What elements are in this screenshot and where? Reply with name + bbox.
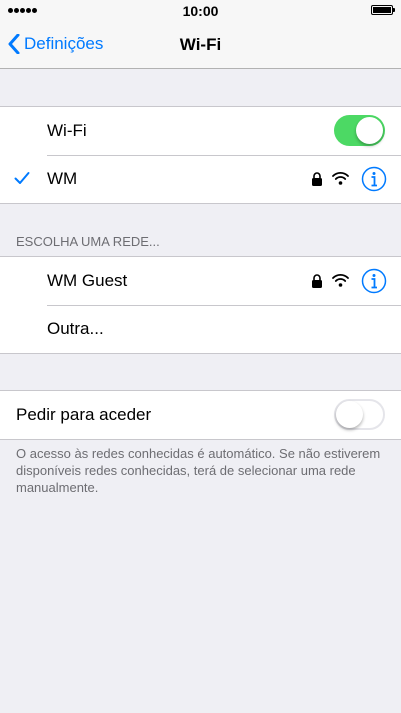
wifi-toggle-row: Wi-Fi [0,107,401,155]
battery-icon [371,5,395,15]
status-bar: 10:00 [0,0,401,22]
info-icon[interactable] [361,268,387,294]
navigation-bar: Definições Wi-Fi [0,22,401,69]
ask-to-join-label: Pedir para aceder [16,405,152,424]
info-icon[interactable] [361,166,387,192]
network-row[interactable]: WM Guest [0,257,401,305]
wifi-label: Wi-Fi [47,121,87,140]
lock-icon [312,172,322,186]
status-time: 10:00 [182,3,219,19]
networks-section-header: ESCOLHA UMA REDE... [16,234,160,249]
wifi-signal-icon [332,274,349,287]
wifi-group: Wi-Fi WM [0,106,401,204]
ask-to-join-footer: O acesso às redes conhecidas é automátic… [16,446,381,495]
page-title: Wi-Fi [179,35,222,54]
wifi-toggle[interactable] [334,115,385,146]
other-network-label: Outra... [47,319,104,338]
checkmark-icon [14,172,30,184]
connected-network-name: WM [47,169,78,188]
ask-to-join-toggle[interactable] [334,399,385,430]
network-name: WM Guest [47,271,128,290]
ask-to-join-group: Pedir para aceder [0,390,401,440]
ask-to-join-row: Pedir para aceder [0,391,401,439]
other-network-row[interactable]: Outra... [0,305,401,353]
networks-group: WM Guest Outra... [0,256,401,354]
wifi-signal-icon [332,172,349,185]
lock-icon [312,274,322,288]
connected-network-row[interactable]: WM [0,155,401,203]
